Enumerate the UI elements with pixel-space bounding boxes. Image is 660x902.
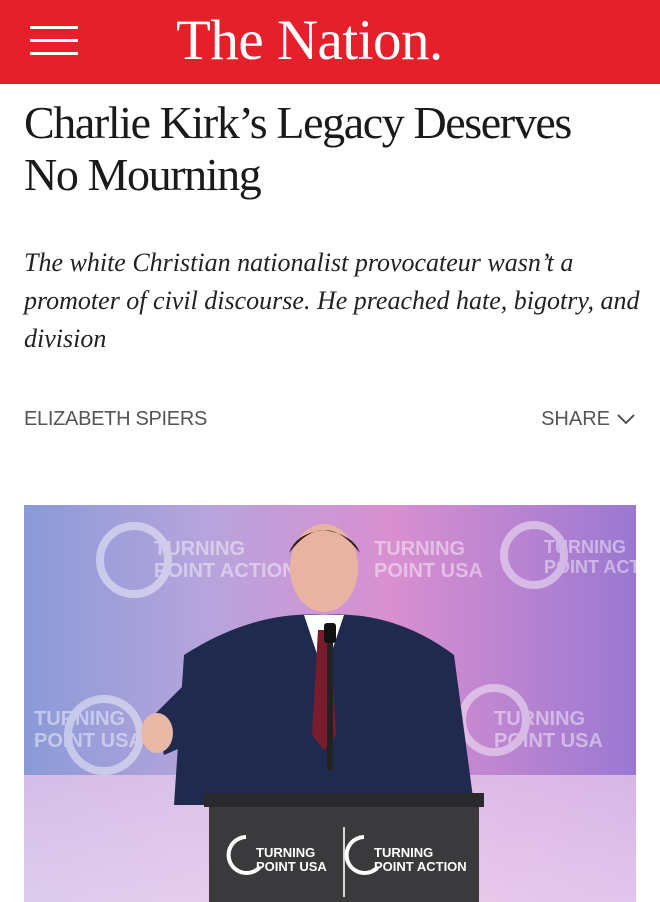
menu-icon-bar: [30, 39, 78, 42]
backdrop-text: TURNING: [544, 537, 626, 557]
author-link[interactable]: ELIZABETH SPIERS: [24, 404, 207, 434]
article-dek: The white Christian nationalist provocat…: [24, 248, 640, 353]
backdrop-text: POINT ACTION: [154, 560, 297, 582]
backdrop-text: TURNING: [34, 708, 125, 730]
article-headline: Charlie Kirk’s Legacy Deserves No Mourni…: [24, 97, 572, 200]
backdrop-text: TURNING: [494, 708, 585, 730]
hamburger-menu-icon: [30, 26, 78, 29]
backdrop-text: POINT USA: [34, 730, 143, 752]
byline-row: ELIZABETH SPIERS SHARE: [24, 404, 636, 434]
backdrop-text: POINT ACTION: [544, 557, 636, 577]
podium-sign-left-line2: POINT USA: [256, 859, 327, 874]
backdrop-text: TURNING: [374, 538, 465, 560]
backdrop-text: POINT USA: [494, 730, 603, 752]
site-logo[interactable]: The Nation.: [176, 6, 443, 76]
chevron-down-icon: [617, 414, 635, 425]
backdrop-text: POINT USA: [374, 560, 483, 582]
hero-image: TURNING POINT ACTION TURNING POINT USA T…: [24, 505, 636, 902]
share-label: SHARE: [541, 408, 610, 430]
menu-icon-bar: [30, 52, 78, 55]
podium-sign-right-line2: POINT ACTION: [374, 859, 467, 874]
menu-button[interactable]: [30, 20, 78, 60]
backdrop-text: TURNING: [154, 538, 245, 560]
share-button[interactable]: SHARE: [541, 404, 636, 434]
site-header: The Nation.: [0, 0, 660, 84]
podium-sign-right-line1: TURNING: [374, 845, 433, 860]
hero-photo: TURNING POINT ACTION TURNING POINT USA T…: [24, 505, 636, 902]
podium-sign-left-line1: TURNING: [256, 845, 315, 860]
